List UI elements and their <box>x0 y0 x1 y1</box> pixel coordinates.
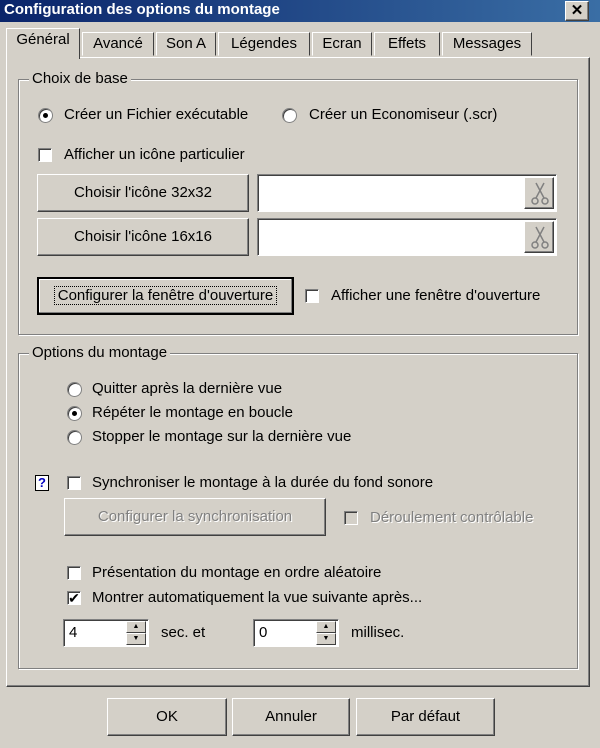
milliseconds-input[interactable]: 0 ▲ ▼ <box>253 619 339 647</box>
group-legend-options-montage: Options du montage <box>29 344 171 362</box>
milliseconds-up-arrow-icon[interactable]: ▲ <box>316 621 336 633</box>
seconds-down-arrow-icon[interactable]: ▼ <box>126 633 146 645</box>
check-montrer-auto[interactable]: ✔ <box>67 591 81 605</box>
radio-quitter-label: Quitter après la dernière vue <box>92 380 283 397</box>
tab-legendes[interactable]: Légendes <box>218 32 310 56</box>
help-icon[interactable]: ? <box>35 475 49 491</box>
tab-son-a[interactable]: Son A <box>156 32 216 56</box>
configure-opening-window-button[interactable]: Configurer la fenêtre d'ouverture <box>37 277 294 315</box>
check-deroulement-label: Déroulement contrôlable <box>370 509 534 526</box>
check-aleatoire-label: Présentation du montage en ordre aléatoi… <box>92 564 382 581</box>
scissors-icon <box>531 226 549 249</box>
cancel-button[interactable]: Annuler <box>232 698 350 736</box>
milliseconds-label: millisec. <box>351 624 405 641</box>
check-synchroniser[interactable] <box>67 476 81 490</box>
configure-sync-button[interactable]: Configurer la synchronisation <box>64 498 326 536</box>
clear-icon-32-button[interactable] <box>524 177 554 209</box>
seconds-label: sec. et <box>161 624 206 641</box>
radio-repeter[interactable] <box>67 406 82 421</box>
tab-avance[interactable]: Avancé <box>82 32 154 56</box>
ok-button[interactable]: OK <box>107 698 227 736</box>
tab-effets[interactable]: Effets <box>374 32 440 56</box>
radio-stopper-label: Stopper le montage sur la dernière vue <box>92 428 352 445</box>
check-aleatoire[interactable] <box>67 566 81 580</box>
radio-executable[interactable] <box>38 108 53 123</box>
close-icon: ✕ <box>570 2 584 19</box>
radio-executable-label: Créer un Fichier exécutable <box>64 106 249 123</box>
choose-icon-16-button[interactable]: Choisir l'icône 16x16 <box>37 218 249 256</box>
seconds-input[interactable]: 4 ▲ ▼ <box>63 619 149 647</box>
radio-repeter-label: Répéter le montage en boucle <box>92 404 293 421</box>
seconds-up-arrow-icon[interactable]: ▲ <box>126 621 146 633</box>
radio-economiseur[interactable] <box>282 108 297 123</box>
icon-16-path-field[interactable] <box>257 218 557 256</box>
check-synchroniser-label: Synchroniser le montage à la durée du fo… <box>92 474 434 491</box>
radio-quitter[interactable] <box>67 382 82 397</box>
scissors-icon <box>531 182 549 205</box>
title-bar: Configuration des options du montage ✕ <box>0 0 600 22</box>
check-icone-particulier-label: Afficher un icône particulier <box>64 146 245 163</box>
radio-economiseur-label: Créer un Economiseur (.scr) <box>309 106 498 123</box>
clear-icon-16-button[interactable] <box>524 221 554 253</box>
icon-32-path-field[interactable] <box>257 174 557 212</box>
default-button[interactable]: Par défaut <box>356 698 495 736</box>
window-title: Configuration des options du montage <box>4 1 280 18</box>
check-deroulement[interactable] <box>344 511 358 525</box>
choose-icon-32-button[interactable]: Choisir l'icône 32x32 <box>37 174 249 212</box>
close-button[interactable]: ✕ <box>565 1 589 21</box>
check-fenetre-ouverture-label: Afficher une fenêtre d'ouverture <box>331 287 541 304</box>
group-legend-choix-de-base: Choix de base <box>29 70 131 88</box>
milliseconds-down-arrow-icon[interactable]: ▼ <box>316 633 336 645</box>
radio-stopper[interactable] <box>67 430 82 445</box>
check-montrer-auto-label: Montrer automatiquement la vue suivante … <box>92 589 423 606</box>
tab-general[interactable]: Général <box>6 28 80 59</box>
check-icone-particulier[interactable] <box>38 148 52 162</box>
check-fenetre-ouverture[interactable] <box>305 289 319 303</box>
tab-ecran[interactable]: Ecran <box>312 32 372 56</box>
tab-messages[interactable]: Messages <box>442 32 532 56</box>
